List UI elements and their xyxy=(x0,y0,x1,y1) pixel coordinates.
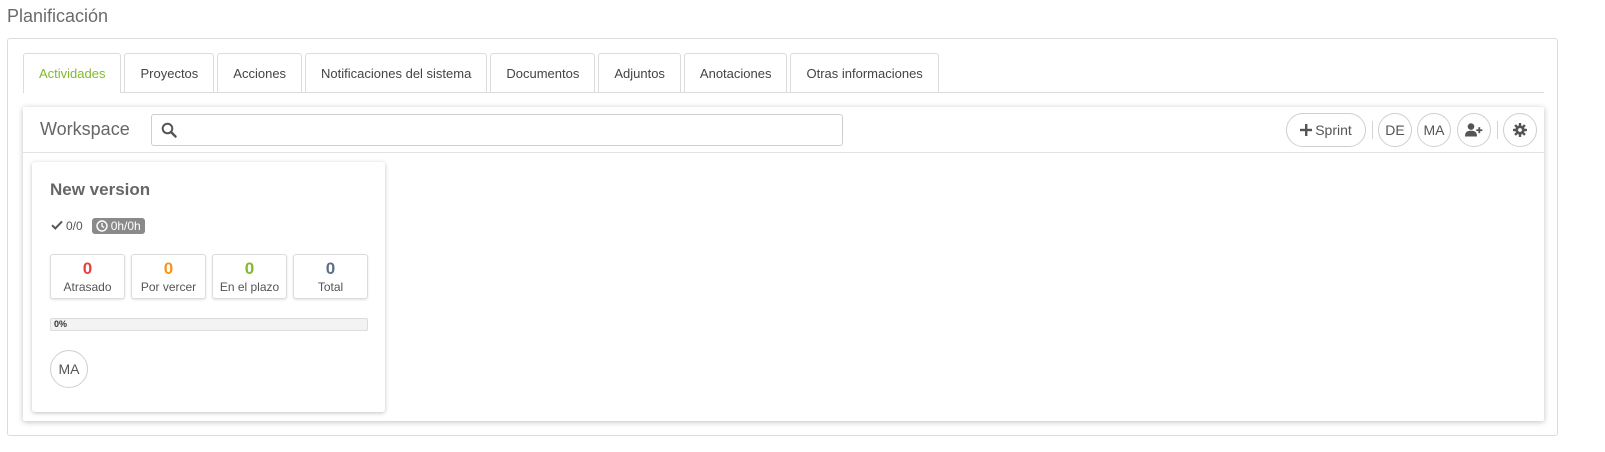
tab-proyectos[interactable]: Proyectos xyxy=(124,53,215,92)
clock-icon xyxy=(95,220,108,232)
card-title: New version xyxy=(50,180,151,199)
task-count: 0/0 xyxy=(66,219,83,233)
user-filter-de[interactable]: DE xyxy=(1378,113,1412,147)
sprint-button-label: Sprint xyxy=(1315,122,1352,138)
user-plus-icon xyxy=(1465,123,1483,137)
check-icon xyxy=(51,219,63,233)
stat-value: 0 xyxy=(244,259,255,278)
search-box[interactable] xyxy=(151,114,843,146)
workspace-panel: Workspace Sprint DE MA New version 0/0 0… xyxy=(23,107,1544,421)
tab-actividades[interactable]: Actividades xyxy=(23,53,122,93)
divider xyxy=(1497,121,1498,139)
tab-bar: Actividades Proyectos Acciones Notificac… xyxy=(23,53,1544,93)
stat-label: Total xyxy=(317,280,344,294)
progress-label: 0% xyxy=(54,319,68,329)
hours-value: 0h/0h xyxy=(110,219,141,233)
divider xyxy=(1372,121,1373,139)
planning-panel: Actividades Proyectos Acciones Notificac… xyxy=(7,38,1558,436)
tab-notificaciones[interactable]: Notificaciones del sistema xyxy=(305,53,488,92)
workspace-title: Workspace xyxy=(40,119,130,139)
progress-bar: 0% xyxy=(50,318,368,331)
avatar[interactable]: MA xyxy=(50,350,88,388)
gear-icon xyxy=(1513,123,1527,137)
tab-otras-informaciones[interactable]: Otras informaciones xyxy=(790,53,939,92)
stat-value: 0 xyxy=(82,259,93,278)
stat-en-el-plazo[interactable]: 0 En el plazo xyxy=(212,254,287,299)
hours-badge: 0h/0h xyxy=(91,218,145,234)
stat-label: Atrasado xyxy=(63,280,112,294)
stat-atrasado[interactable]: 0 Atrasado xyxy=(50,254,125,299)
stats-row: 0 Atrasado 0 Por vercer 0 En el plazo 0 … xyxy=(50,254,374,299)
tab-documentos[interactable]: Documentos xyxy=(490,53,596,92)
tab-adjuntos[interactable]: Adjuntos xyxy=(598,53,681,92)
stat-value: 0 xyxy=(325,259,336,278)
page-title: Planificación xyxy=(7,6,109,26)
stat-total[interactable]: 0 Total xyxy=(293,254,368,299)
stat-label: Por vercer xyxy=(140,280,197,294)
tab-acciones[interactable]: Acciones xyxy=(217,53,303,92)
stat-value: 0 xyxy=(163,259,174,278)
tab-anotaciones[interactable]: Anotaciones xyxy=(683,53,788,92)
search-icon xyxy=(161,122,177,143)
sprint-card[interactable]: New version 0/0 0h/0h 0 Atrasado 0 Por v… xyxy=(32,162,385,412)
search-input[interactable] xyxy=(184,119,834,141)
user-filter-ma[interactable]: MA xyxy=(1417,113,1451,147)
add-sprint-button[interactable]: Sprint xyxy=(1286,113,1366,147)
plus-icon xyxy=(1300,124,1313,136)
card-meta: 0/0 0h/0h xyxy=(51,218,145,234)
add-user-button[interactable] xyxy=(1457,113,1491,147)
settings-button[interactable] xyxy=(1503,113,1537,147)
stat-label: En el plazo xyxy=(219,280,280,294)
workspace-header: Workspace Sprint DE MA xyxy=(23,107,1544,153)
stat-por-vencer[interactable]: 0 Por vercer xyxy=(131,254,206,299)
